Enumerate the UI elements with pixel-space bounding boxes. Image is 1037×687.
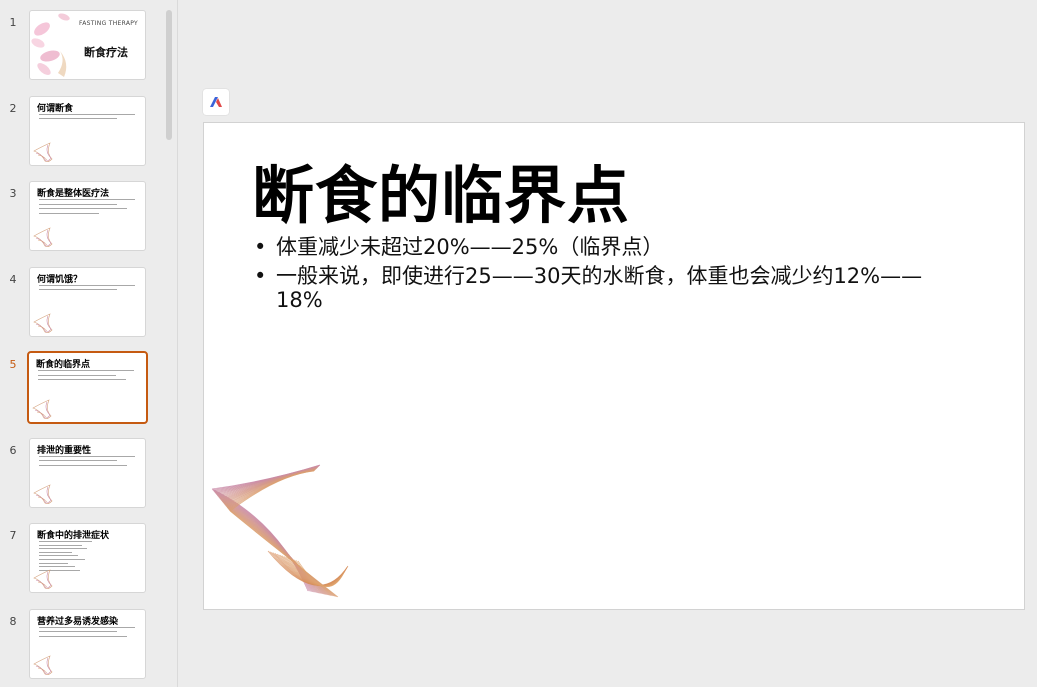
- slide-title[interactable]: 断食的临界点: [252, 145, 630, 235]
- slide-thumbnail-text-line: [39, 541, 92, 542]
- slide-thumbnail-text-line: [39, 464, 127, 466]
- slide-thumbnail-card[interactable]: 断食中的排泄症状: [29, 523, 146, 593]
- slide-thumbnail-title: 断食是整体医疗法: [37, 189, 110, 199]
- slide-thumbnail-text-line: [39, 548, 88, 550]
- slide-thumbnail-text-line: [38, 379, 126, 380]
- petal-decoration-icon: [33, 141, 53, 162]
- slide-thumbnail-panel: 1 FASTING THERAPY 断食疗法 2 何谓断食 3 断食是整体医疗法 4 何谓饥饿？…: [0, 0, 178, 687]
- slide-thumbnail-7[interactable]: 7 断食中的排泄症状: [0, 523, 160, 595]
- petal-decoration-icon: [211, 464, 349, 598]
- petal-decoration-icon: [33, 569, 53, 589]
- slide-thumbnail-card[interactable]: 断食是整体医疗法: [29, 181, 146, 251]
- slide-thumbnail-card[interactable]: 何谓饥饿？: [29, 266, 146, 337]
- slide-thumbnail-text-line: [39, 284, 135, 286]
- slide-thumbnail-4[interactable]: 4 何谓饥饿？: [0, 266, 160, 339]
- petal-decoration-icon: [33, 312, 53, 333]
- slide-thumbnail-number: 2: [9, 101, 17, 115]
- slide-thumbnail-1[interactable]: 1 FASTING THERAPY 断食疗法: [0, 10, 160, 82]
- slide-thumbnail-text-line: [39, 199, 135, 200]
- slide-thumbnail-text-line: [39, 118, 117, 119]
- slide-bullet-text: 体重减少未超过20%——25%（临界点）: [276, 235, 664, 259]
- slide-thumbnail-title: 断食中的排泄症状: [37, 531, 110, 541]
- presentation-editor: 1 FASTING THERAPY 断食疗法 2 何谓断食 3 断食是整体医疗法 4 何谓饥饿？…: [0, 0, 1037, 687]
- slide-thumbnail-6[interactable]: 6 排泄的重要性: [0, 437, 160, 510]
- slide-thumbnail-text-line: [39, 212, 99, 214]
- petal-decoration-icon: [33, 654, 53, 675]
- cover-title: 断食疗法: [84, 46, 128, 59]
- slide-canvas[interactable]: 断食的临界点 • 体重减少未超过20%——25%（临界点） • 一般来说，即使进…: [203, 122, 1025, 610]
- slide-thumbnail-text-line: [39, 551, 72, 553]
- slide-thumbnail-3[interactable]: 3 断食是整体医疗法: [0, 181, 160, 253]
- slide-thumbnail-text-line: [39, 208, 127, 209]
- app-logo-icon[interactable]: [203, 89, 229, 115]
- thumbnail-scrollbar-thumb[interactable]: [166, 10, 172, 140]
- slide-thumbnail-text-line: [39, 113, 135, 115]
- slide-thumbnail-title: 何谓断食: [37, 103, 74, 114]
- slide-thumbnail-card[interactable]: 营养过多易诱发感染: [29, 608, 146, 679]
- slide-bullet-item[interactable]: • 一般来说，即使进行25——30天的水断食，体重也会减少约12%——18%: [252, 264, 952, 312]
- slide-thumbnail-text-line: [39, 559, 86, 560]
- slide-bullet-item[interactable]: • 体重减少未超过20%——25%（临界点）: [252, 235, 952, 259]
- slide-thumbnail-text-line: [39, 631, 117, 632]
- slide-thumbnail-text-line: [39, 460, 117, 461]
- slide-thumbnail-text-line: [39, 289, 117, 290]
- slide-thumbnail-card[interactable]: 断食的临界点: [27, 351, 148, 424]
- slide-thumbnail-title: 断食的临界点: [36, 360, 91, 370]
- petal-decoration-icon: [32, 399, 52, 419]
- slide-thumbnail-2[interactable]: 2 何谓断食: [0, 95, 160, 168]
- slide-thumbnail-card[interactable]: 排泄的重要性: [29, 437, 146, 508]
- slide-thumbnail-text-line: [38, 370, 134, 371]
- slide-thumbnail-text-line: [39, 544, 82, 546]
- slide-bullet-list[interactable]: • 体重减少未超过20%——25%（临界点） • 一般来说，即使进行25——30…: [252, 235, 952, 317]
- slide-thumbnail-text-line: [39, 455, 135, 457]
- slide-thumbnail-number: 1: [9, 16, 17, 29]
- slide-thumbnail-text-line: [39, 555, 78, 557]
- slide-thumbnail-text-line: [39, 562, 68, 564]
- slide-thumbnail-text-line: [39, 626, 135, 628]
- slide-thumbnail-title: 营养过多易诱发感染: [37, 616, 119, 627]
- petal-decoration-icon: [33, 227, 53, 247]
- slide-thumbnail-text-line: [39, 203, 117, 205]
- slide-thumbnail-card[interactable]: FASTING THERAPY 断食疗法: [29, 10, 146, 80]
- slide-thumbnail-number: 6: [9, 443, 17, 457]
- slide-thumbnail-text-line: [39, 635, 127, 637]
- slide-bullet-text: 一般来说，即使进行25——30天的水断食，体重也会减少约12%——18%: [276, 264, 923, 312]
- slide-thumbnail-8[interactable]: 8 营养过多易诱发感染: [0, 608, 160, 681]
- petal-decoration-icon: [33, 483, 53, 504]
- slide-thumbnail-title: 何谓饥饿？: [37, 274, 83, 285]
- slide-thumbnail-5[interactable]: 5 断食的临界点: [0, 351, 160, 424]
- slide-thumbnail-number: 7: [9, 529, 17, 542]
- cover-subtitle: FASTING THERAPY: [79, 20, 138, 27]
- slide-thumbnail-text-line: [38, 374, 116, 376]
- slide-thumbnail-number: 3: [9, 187, 17, 200]
- slide-thumbnail-title: 排泄的重要性: [37, 445, 92, 456]
- slide-thumbnail-number: 5: [9, 358, 17, 371]
- slide-thumbnail-card[interactable]: 何谓断食: [29, 95, 146, 166]
- slide-thumbnail-number: 8: [9, 614, 17, 628]
- slide-thumbnail-number: 4: [9, 272, 17, 286]
- petal-decoration-icon: [31, 13, 70, 77]
